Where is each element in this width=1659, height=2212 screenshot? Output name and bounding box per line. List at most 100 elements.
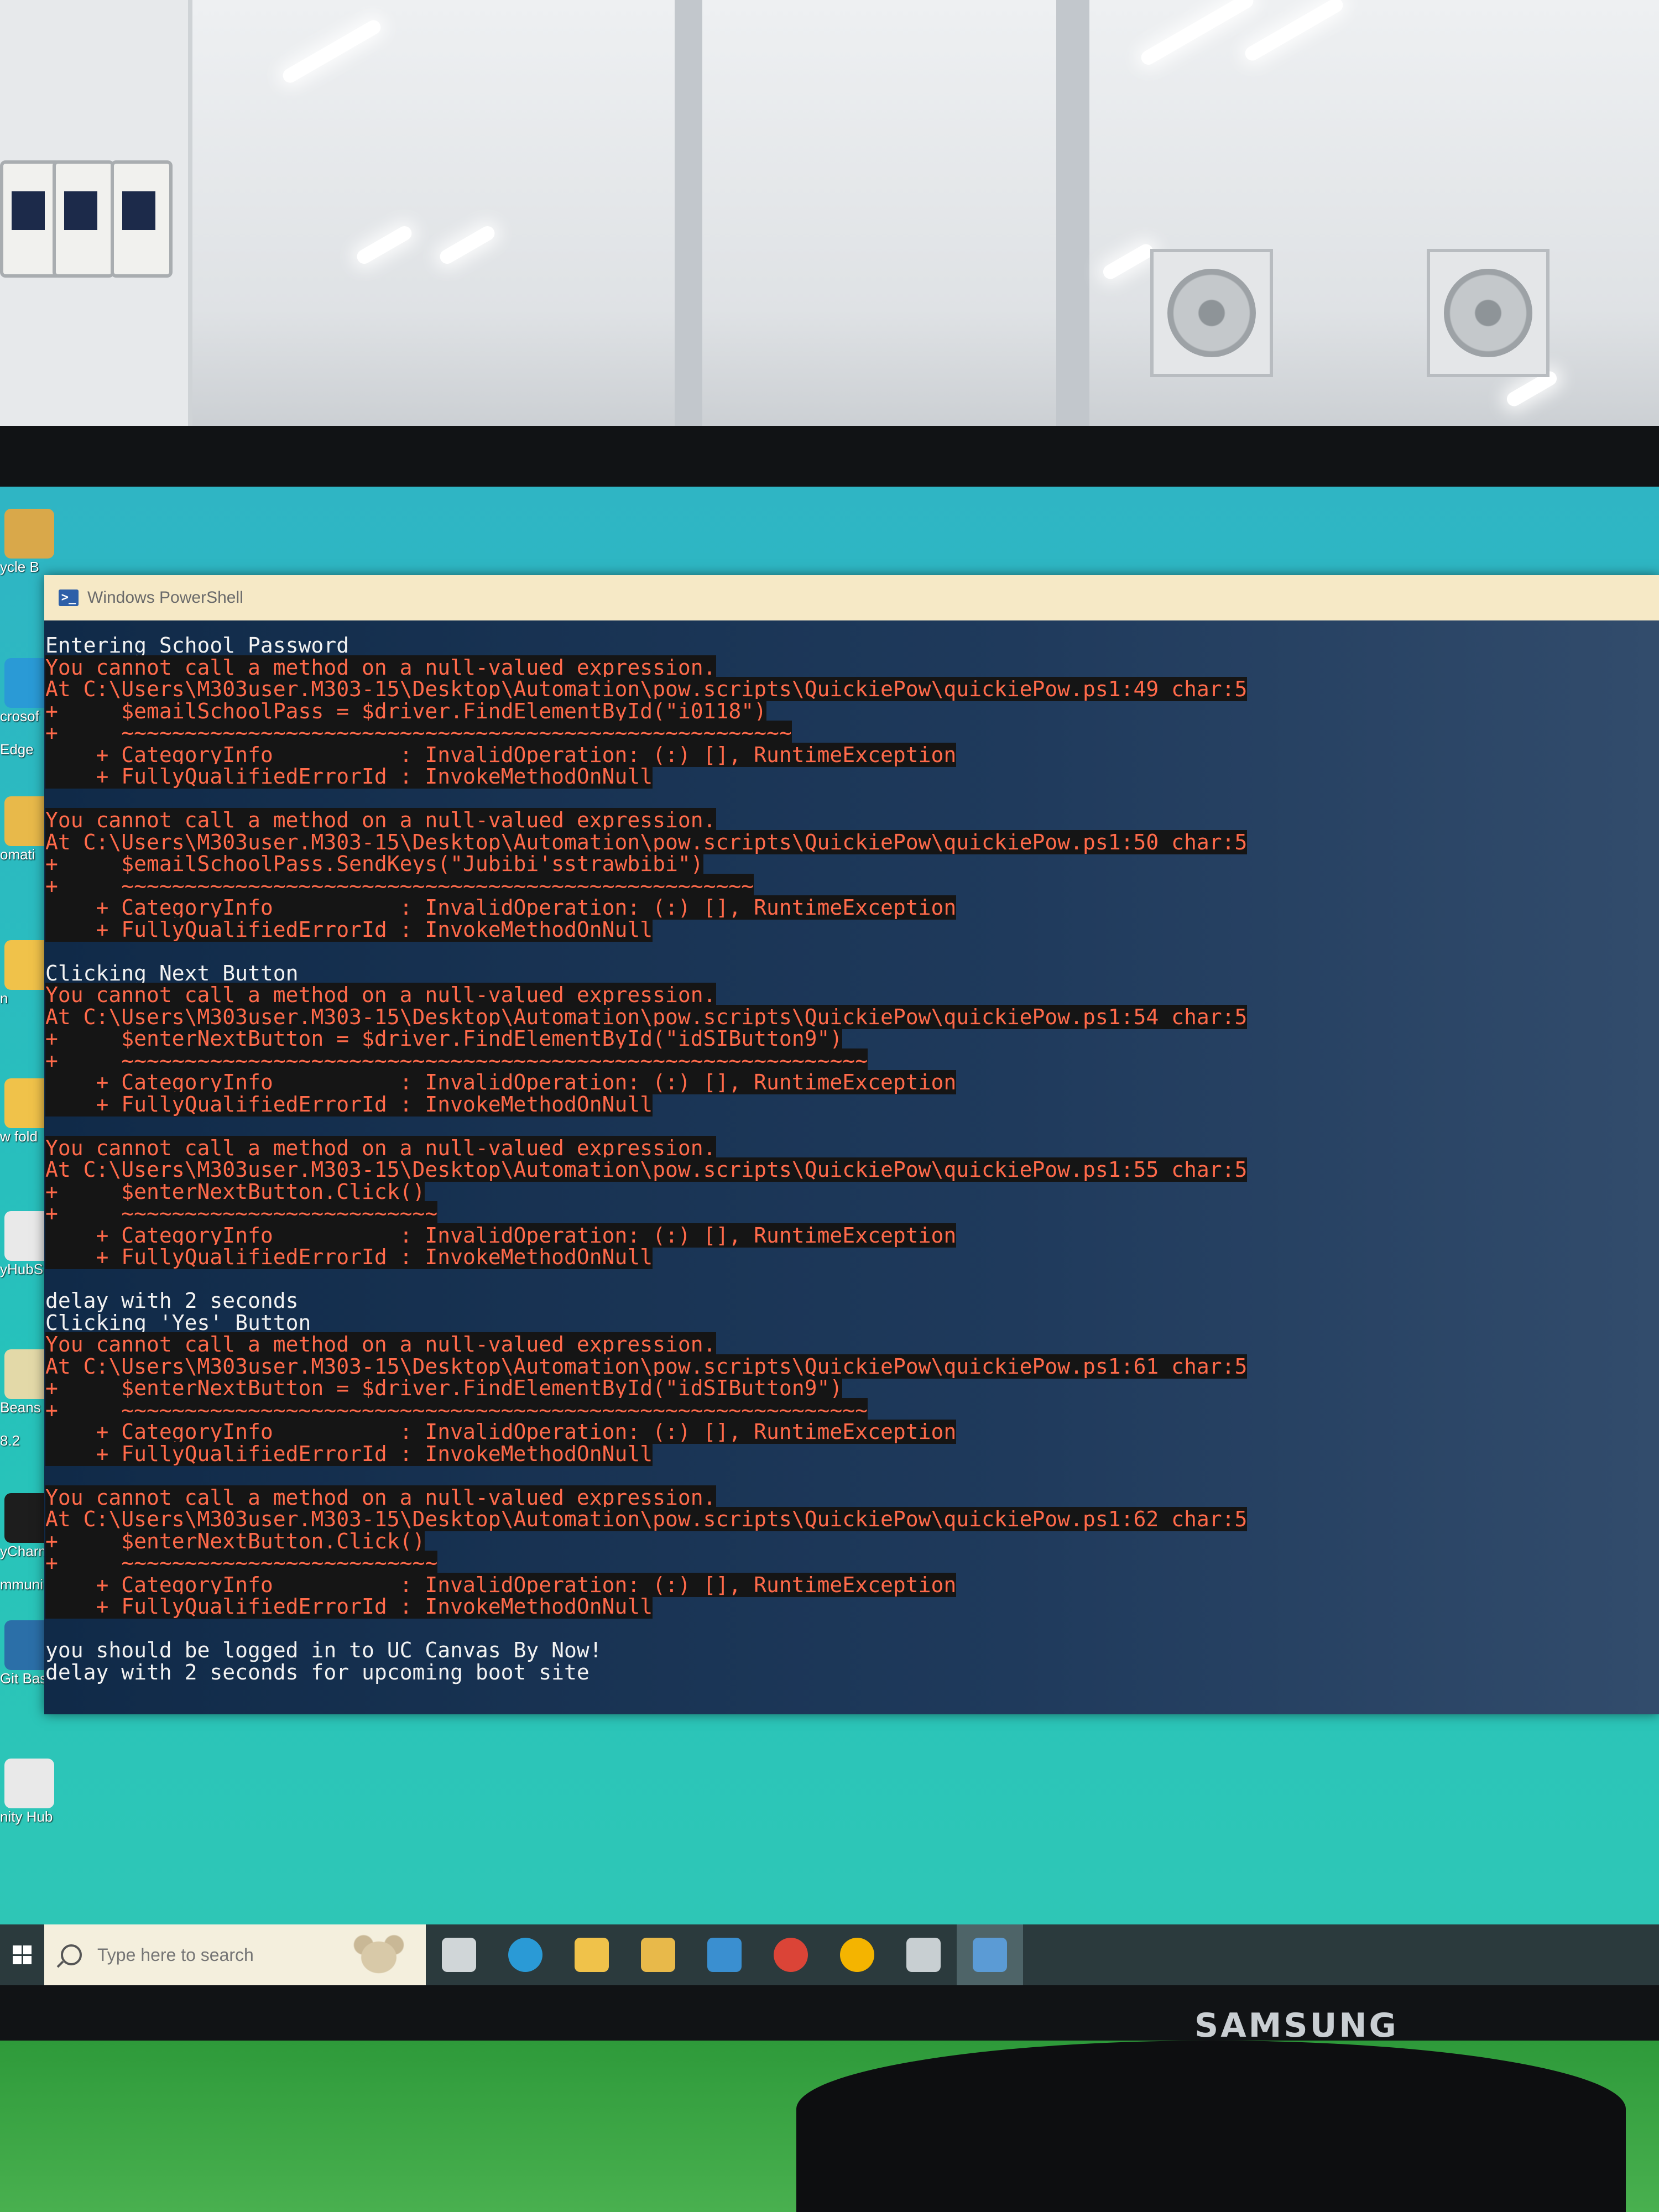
console-error-line: At C:\Users\M303user.M303-15\Desktop\Aut… (45, 1354, 1248, 1379)
console-error-line: You cannot call a method on a null-value… (45, 983, 716, 1007)
console-error-line: + FullyQualifiedErrorId : InvokeMethodOn… (45, 1441, 653, 1466)
settings-icon (906, 1938, 941, 1972)
console-error-line: At C:\Users\M303user.M303-15\Desktop\Aut… (45, 1507, 1248, 1531)
taskbar-app-button[interactable] (559, 1924, 625, 1985)
mail-icon (707, 1938, 742, 1972)
console-error-line: You cannot call a method on a null-value… (45, 1332, 716, 1357)
taskbar-app-list (426, 1924, 1023, 1985)
ceiling-light (1100, 241, 1156, 282)
console-error-line: + $enterNextButton.Click() (45, 1528, 425, 1553)
window-title: Windows PowerShell (87, 588, 243, 607)
console-error-line: + CategoryInfo : InvalidOperation: (:) [… (45, 895, 957, 920)
windows-logo-icon (13, 1945, 32, 1964)
console-output[interactable]: Entering School Password You cannot call … (44, 620, 1659, 1714)
search-input[interactable] (96, 1944, 375, 1966)
monitor-brand-logo: SAMSUNG (1194, 2006, 1399, 2045)
ceiling-light (354, 223, 415, 267)
taskbar-app-button[interactable] (957, 1924, 1023, 1985)
console-error-line: + ~~~~~~~~~~~~~~~~~~~~~~~~~~~~~~~~~~~~~~… (45, 1397, 868, 1422)
wall-fan (1427, 249, 1550, 377)
console-error-line: At C:\Users\M303user.M303-15\Desktop\Aut… (45, 1004, 1248, 1029)
console-error-line: + FullyQualifiedErrorId : InvokeMethodOn… (45, 1245, 653, 1269)
taskbar-app-button[interactable] (691, 1924, 758, 1985)
window-titlebar[interactable]: >_ Windows PowerShell (44, 575, 1659, 620)
console-error-line: At C:\Users\M303user.M303-15\Desktop\Aut… (45, 830, 1248, 854)
monitor-stand (796, 2041, 1626, 2212)
console-error-line: + $emailSchoolPass.SendKeys("Jubibi'sstr… (45, 852, 703, 876)
file-explorer-icon (575, 1938, 609, 1972)
ceiling-pillar (675, 0, 702, 442)
ceiling-light (1242, 0, 1346, 64)
wall-shelf (0, 0, 192, 442)
ceiling-light (280, 17, 384, 86)
task-view-icon (442, 1938, 476, 1972)
room-background (0, 0, 1659, 442)
desktop-icon[interactable]: nity Hub (0, 1759, 61, 1825)
chrome-icon (840, 1938, 874, 1972)
console-error-line: You cannot call a method on a null-value… (45, 808, 716, 832)
console-error-line: + CategoryInfo : InvalidOperation: (:) [… (45, 1223, 957, 1248)
console-error-line: + FullyQualifiedErrorId : InvokeMethodOn… (45, 1092, 653, 1117)
electric-meter (111, 160, 173, 278)
taskbar-search[interactable] (44, 1924, 426, 1985)
console-output-line: delay with 2 seconds (45, 1288, 299, 1313)
console-error-line: You cannot call a method on a null-value… (45, 655, 716, 680)
console-output-line: Clicking 'Yes' Button (45, 1310, 311, 1335)
console-error-line: + ~~~~~~~~~~~~~~~~~~~~~~~~~~~~~~~~~~~~~~… (45, 873, 754, 898)
console-error-line: + FullyQualifiedErrorId : InvokeMethodOn… (45, 917, 653, 942)
edge-icon (508, 1938, 542, 1972)
console-error-line: + ~~~~~~~~~~~~~~~~~~~~~~~~~ (45, 1201, 438, 1225)
console-error-line: You cannot call a method on a null-value… (45, 1485, 716, 1510)
taskbar-app-button[interactable] (625, 1924, 691, 1985)
console-error-line: At C:\Users\M303user.M303-15\Desktop\Aut… (45, 677, 1248, 701)
recycle-bin-icon (4, 509, 54, 559)
taskbar-app-button[interactable] (492, 1924, 559, 1985)
taskbar-app-button[interactable] (426, 1924, 492, 1985)
console-error-line: + $enterNextButton.Click() (45, 1179, 425, 1204)
console-error-line: + CategoryInfo : InvalidOperation: (:) [… (45, 1572, 957, 1597)
console-error-line: + $emailSchoolPass = $driver.FindElement… (45, 698, 767, 723)
console-error-line: At C:\Users\M303user.M303-15\Desktop\Aut… (45, 1157, 1248, 1182)
console-error-line: + FullyQualifiedErrorId : InvokeMethodOn… (45, 1594, 653, 1619)
powershell-icon: >_ (59, 589, 79, 606)
console-output-line: delay with 2 seconds for upcoming boot s… (45, 1660, 589, 1684)
taskbar-app-button[interactable] (824, 1924, 890, 1985)
console-output-line: you should be logged in to UC Canvas By … (45, 1638, 602, 1662)
ceiling-light (437, 223, 498, 267)
console-error-line: + FullyQualifiedErrorId : InvokeMethodOn… (45, 764, 653, 789)
console-error-line: + CategoryInfo : InvalidOperation: (:) [… (45, 1070, 957, 1094)
console-error-line: + ~~~~~~~~~~~~~~~~~~~~~~~~~~~~~~~~~~~~~~… (45, 721, 792, 745)
powershell-window[interactable]: >_ Windows PowerShell Entering School Pa… (44, 575, 1659, 1714)
ceiling-pillar (1056, 0, 1089, 442)
store-icon (641, 1938, 675, 1972)
desktop-icon-label: nity Hub (0, 1808, 53, 1825)
taskbar-app-button[interactable] (890, 1924, 957, 1985)
unity-hub-icon (4, 1759, 54, 1808)
desktop-icon[interactable]: ycle B (0, 509, 61, 576)
ceiling-light (1138, 0, 1256, 67)
powershell-icon (973, 1938, 1007, 1972)
console-error-line: + $enterNextButton = $driver.FindElement… (45, 1376, 843, 1400)
console-output-line: Clicking Next Button (45, 961, 299, 985)
taskbar-app-button[interactable] (758, 1924, 824, 1985)
console-error-line: + CategoryInfo : InvalidOperation: (:) [… (45, 1420, 957, 1444)
start-button[interactable] (0, 1924, 44, 1985)
console-output-line: Entering School Password (45, 633, 349, 658)
console-error-line: + $enterNextButton = $driver.FindElement… (45, 1026, 843, 1051)
wall-fan (1150, 249, 1273, 377)
desktop-icon-label: ycle B (0, 559, 39, 575)
chrome-icon (774, 1938, 808, 1972)
console-error-line: You cannot call a method on a null-value… (45, 1135, 716, 1160)
console-error-line: + ~~~~~~~~~~~~~~~~~~~~~~~~~~~~~~~~~~~~~~… (45, 1048, 868, 1073)
console-error-line: + ~~~~~~~~~~~~~~~~~~~~~~~~~ (45, 1551, 438, 1575)
console-error-line: + CategoryInfo : InvalidOperation: (:) [… (45, 742, 957, 767)
electric-meter (53, 160, 114, 278)
search-highlight-koala-image (348, 1930, 409, 1980)
search-icon (61, 1944, 82, 1965)
